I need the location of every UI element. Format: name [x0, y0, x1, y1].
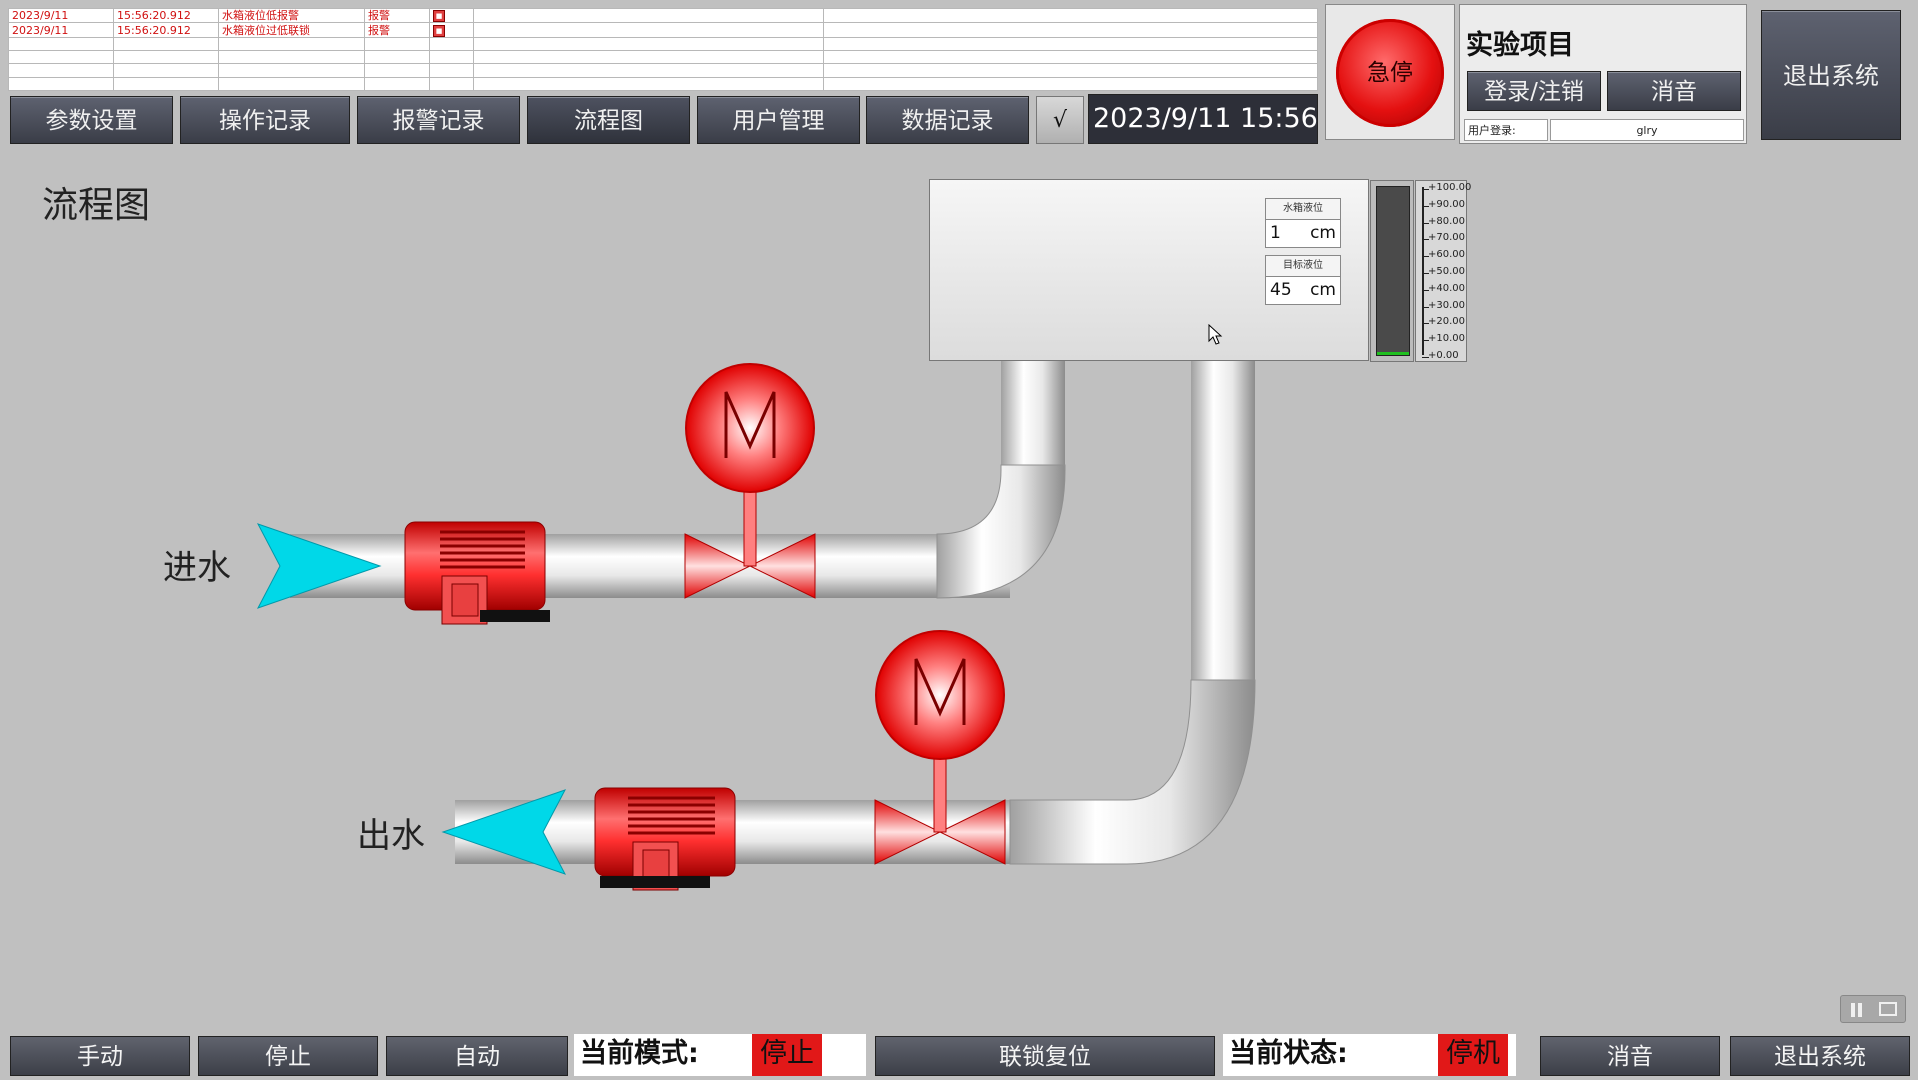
level-scale: +100.00 +90.00 +80.00 +70.00 +60.00 +50.00 +40…	[1415, 180, 1471, 362]
project-panel: 实验项目 登录/注销 消音 用户登录: glry	[1459, 4, 1747, 144]
level-bar	[1376, 186, 1410, 356]
project-title: 实验项目	[1466, 30, 1574, 61]
manual-button[interactable]: 手动	[10, 1036, 190, 1076]
emergency-stop-button[interactable]: 急停	[1336, 19, 1444, 127]
nav-data-log-button[interactable]: 数据记录	[866, 96, 1029, 144]
alarm-table: 2023/9/11 15:56:20.912 水箱液位低报警 报警 ■ 2023…	[8, 7, 1318, 92]
tank-level-label: 水箱液位	[1266, 199, 1340, 220]
outlet-elbow	[1009, 679, 1256, 865]
alarm-message: 水箱液位过低联锁	[218, 22, 365, 38]
exit-system-button[interactable]: 退出系统	[1730, 1036, 1910, 1076]
nav-operation-log-button[interactable]: 操作记录	[180, 96, 350, 144]
current-mode-value: 停止	[752, 1034, 822, 1076]
stop-button[interactable]: 停止	[198, 1036, 378, 1076]
nav-param-settings-button[interactable]: 参数设置	[10, 96, 173, 144]
scale-label: +60.00	[1428, 249, 1466, 261]
target-level-unit: cm	[1310, 280, 1336, 300]
confirm-check-button[interactable]: √	[1036, 96, 1084, 144]
scale-label: +80.00	[1428, 215, 1466, 227]
table-row	[8, 63, 1318, 78]
inlet-valve-icon	[684, 363, 816, 599]
scale-label: +20.00	[1428, 316, 1466, 328]
recording-controls[interactable]	[1840, 995, 1906, 1023]
inlet-pipe	[290, 534, 1010, 598]
user-login-label: 用户登录:	[1464, 119, 1548, 141]
mute-button[interactable]: 消音	[1540, 1036, 1720, 1076]
scale-label: +90.00	[1428, 198, 1466, 210]
current-mode-label: 当前模式:	[574, 1034, 866, 1076]
interlock-reset-button[interactable]: 联锁复位	[875, 1036, 1215, 1076]
image-icon	[1879, 1002, 1897, 1016]
scale-label: +100.00	[1428, 182, 1472, 193]
alarm-type: 报警	[364, 22, 430, 38]
datetime-display: 2023/9/11 15:56:3	[1088, 94, 1318, 144]
level-bar-frame	[1370, 180, 1414, 362]
table-row	[8, 36, 1318, 52]
tank-level-readout: 水箱液位 1 cm	[1265, 198, 1341, 248]
login-logout-button[interactable]: 登录/注销	[1467, 71, 1601, 111]
pause-icon	[1851, 1003, 1855, 1017]
alarm-time: 15:56:20.912	[113, 22, 219, 38]
water-tank: 水箱液位 1 cm 目标液位 45 cm +100.00 +90.00 +80.00 +7…	[929, 179, 1471, 362]
table-row	[8, 49, 1318, 65]
alarm-flag-icon: ■	[433, 24, 445, 37]
target-level-readout[interactable]: 目标液位 45 cm	[1265, 255, 1341, 305]
outlet-pump-icon	[594, 787, 736, 891]
project-mute-button[interactable]: 消音	[1607, 71, 1741, 111]
auto-button[interactable]: 自动	[386, 1036, 568, 1076]
nav-flowchart-button[interactable]: 流程图	[527, 96, 690, 144]
table-row	[8, 76, 1318, 92]
alarm-time: 15:56:20.912	[113, 7, 219, 24]
mouse-cursor-icon	[1208, 324, 1223, 345]
alarm-date: 2023/9/11	[8, 22, 114, 38]
scale-label: +50.00	[1428, 266, 1466, 277]
table-row[interactable]: 2023/9/11 15:56:20.912 水箱液位过低联锁 报警 ■	[8, 22, 1318, 38]
scale-label: +10.00	[1428, 333, 1466, 345]
target-level-value: 45	[1270, 280, 1292, 300]
inlet-pump-icon	[404, 521, 550, 625]
nav-alarm-log-button[interactable]: 报警记录	[357, 96, 520, 144]
alarm-flag-icon: ■	[433, 10, 445, 22]
alarm-date: 2023/9/11	[8, 7, 114, 24]
table-row[interactable]: 2023/9/11 15:56:20.912 水箱液位低报警 报警 ■	[8, 7, 1318, 24]
scale-label: +30.00	[1428, 299, 1466, 311]
outlet-valve-icon	[874, 630, 1006, 865]
alarm-message: 水箱液位低报警	[218, 7, 365, 24]
level-bar-fill	[1377, 351, 1409, 355]
inlet-elbow	[936, 464, 1066, 599]
estop-panel: 急停	[1325, 4, 1455, 140]
alarm-type: 报警	[364, 7, 430, 24]
outlet-label: 出水	[357, 816, 425, 856]
tank-level-value: 1	[1270, 223, 1281, 243]
exit-system-top-button[interactable]: 退出系统	[1761, 10, 1901, 140]
scale-label: +40.00	[1428, 282, 1466, 294]
nav-user-management-button[interactable]: 用户管理	[697, 96, 860, 144]
scale-label: +0.00	[1428, 350, 1459, 361]
tank-level-unit: cm	[1310, 223, 1336, 243]
current-status-value: 停机	[1438, 1034, 1508, 1076]
user-login-value: glry	[1550, 119, 1744, 141]
target-level-label: 目标液位	[1266, 256, 1340, 277]
scale-label: +70.00	[1428, 232, 1466, 244]
inlet-label: 进水	[163, 548, 231, 588]
